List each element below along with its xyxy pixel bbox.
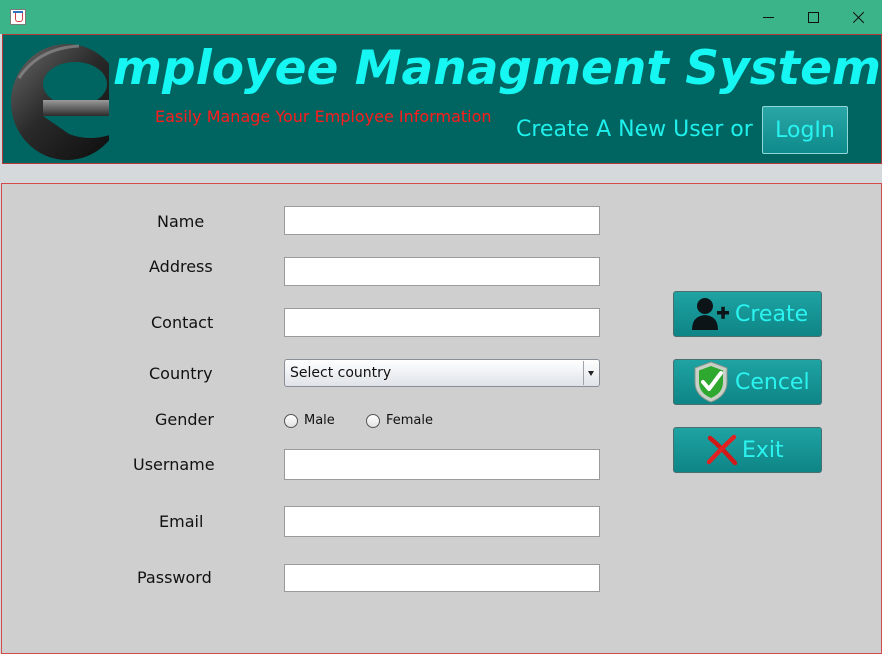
country-label: Country xyxy=(149,364,213,383)
header-banner: mployee Managment System Easily Manage Y… xyxy=(2,34,882,164)
create-button[interactable]: Create xyxy=(673,291,822,337)
create-user-prompt: Create A New User or xyxy=(516,117,753,142)
radio-button-icon[interactable] xyxy=(366,413,380,428)
app-subtitle: Easily Manage Your Employee Information xyxy=(155,107,492,126)
registration-form-panel: Name Address Contact Country Select coun… xyxy=(1,183,882,654)
exit-button-label: Exit xyxy=(742,437,784,463)
contact-label: Contact xyxy=(151,313,214,332)
password-label: Password xyxy=(137,568,212,587)
minimize-button[interactable] xyxy=(745,0,791,34)
exit-button[interactable]: Exit xyxy=(673,427,822,473)
name-label: Name xyxy=(157,212,205,231)
login-button[interactable]: LogIn xyxy=(762,106,848,154)
username-label: Username xyxy=(133,455,215,474)
chevron-down-icon[interactable] xyxy=(583,361,598,385)
username-field[interactable] xyxy=(284,449,600,480)
gender-male-radio[interactable]: Male xyxy=(284,413,335,428)
gender-female-radio[interactable]: Female xyxy=(366,413,433,428)
name-field[interactable] xyxy=(284,206,600,235)
email-label: Email xyxy=(159,512,204,531)
title-bar[interactable] xyxy=(0,0,882,34)
gender-female-label: Female xyxy=(386,413,434,428)
contact-field[interactable] xyxy=(284,308,600,337)
country-select-value: Select country xyxy=(290,365,392,381)
cancel-button[interactable]: Cencel xyxy=(673,359,822,405)
minimize-icon xyxy=(762,16,774,18)
close-button[interactable] xyxy=(835,0,881,34)
maximize-icon xyxy=(807,11,819,23)
address-field[interactable] xyxy=(284,257,600,286)
shield-check-icon xyxy=(689,360,733,404)
close-icon xyxy=(852,11,865,24)
e-logo-icon xyxy=(11,44,109,160)
maximize-button[interactable] xyxy=(790,0,836,34)
gender-male-label: Male xyxy=(304,413,335,428)
radio-button-icon[interactable] xyxy=(284,413,298,428)
app-window: mployee Managment System Easily Manage Y… xyxy=(0,0,882,654)
address-label: Address xyxy=(149,257,213,276)
java-app-icon[interactable] xyxy=(10,9,26,25)
email-field[interactable] xyxy=(284,506,600,537)
cancel-button-label: Cencel xyxy=(735,369,810,395)
password-field[interactable] xyxy=(284,564,600,592)
app-title: mployee Managment System xyxy=(113,41,881,96)
gender-label: Gender xyxy=(155,410,214,429)
country-select[interactable]: Select country xyxy=(284,359,600,387)
create-button-label: Create xyxy=(735,301,809,327)
red-x-icon xyxy=(704,428,740,472)
add-user-icon xyxy=(689,292,733,336)
